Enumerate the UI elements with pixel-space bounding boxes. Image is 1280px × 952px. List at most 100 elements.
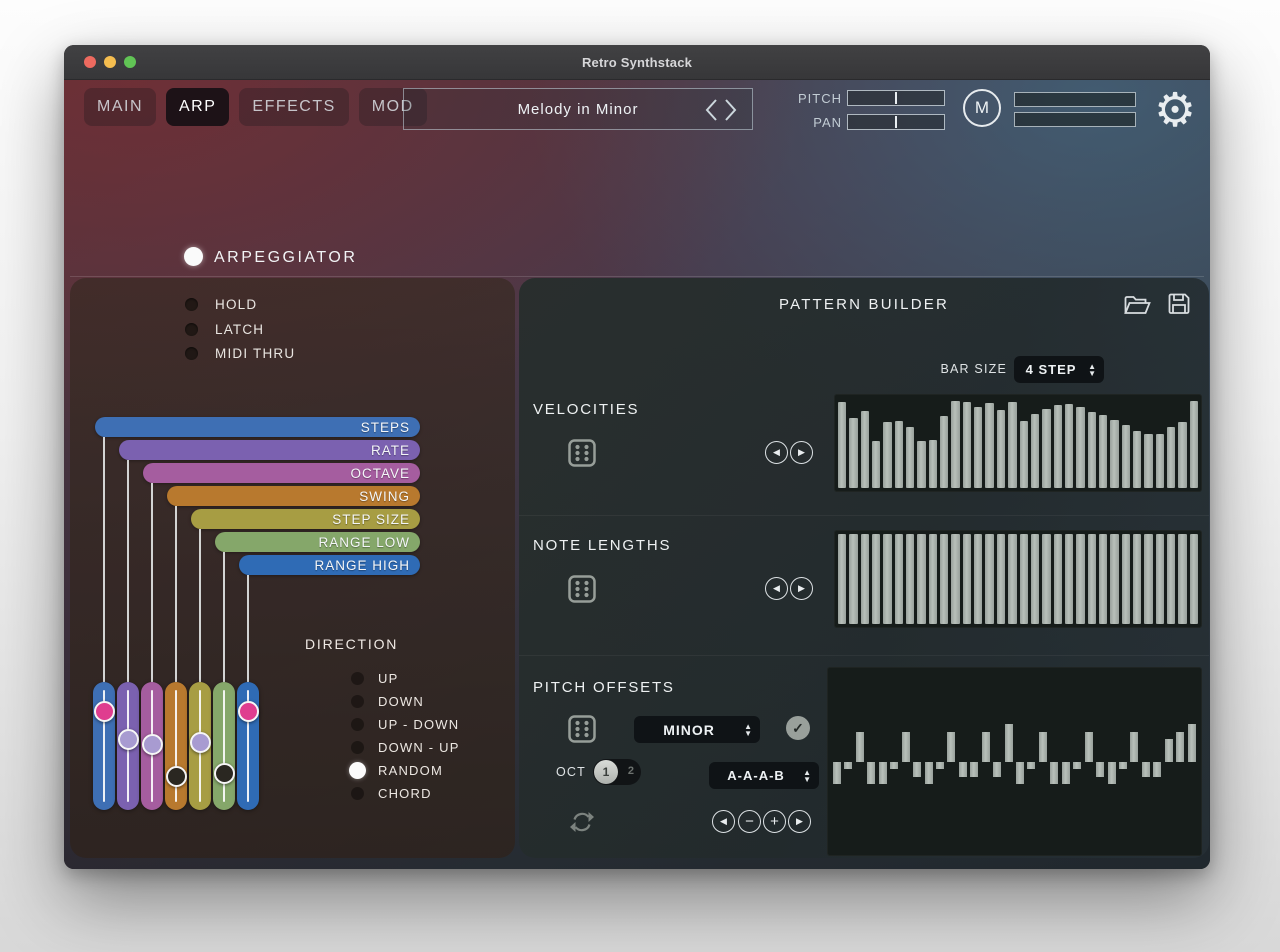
pitch-offset-bar[interactable] [867, 762, 875, 785]
note-length-bar[interactable] [1020, 534, 1028, 624]
velocity-bar[interactable] [940, 416, 948, 488]
velocity-bar[interactable] [1144, 434, 1152, 488]
pitch-offset-slot[interactable] [959, 667, 967, 856]
scale-stepper-icon[interactable]: ▲▼ [744, 723, 753, 737]
velocity-bar[interactable] [838, 402, 846, 488]
pitch-offset-bar[interactable] [1085, 732, 1093, 762]
direction-radio-up-down[interactable] [351, 718, 364, 731]
velocity-bar[interactable] [1110, 420, 1118, 488]
pitch-offset-bar[interactable] [844, 762, 852, 770]
slider-bar-octave[interactable]: OCTAVE [143, 463, 420, 483]
note-length-bar[interactable] [872, 534, 880, 624]
velocity-bar[interactable] [1065, 404, 1073, 488]
note-length-bar[interactable] [1054, 534, 1062, 624]
titlebar[interactable]: Retro Synthstack [64, 45, 1210, 80]
pitch-offset-bar[interactable] [890, 762, 898, 770]
note-length-bar[interactable] [929, 534, 937, 624]
velocity-bar[interactable] [1167, 427, 1175, 488]
save-pattern-disk-icon[interactable] [1168, 293, 1190, 315]
slider-bar-range-high[interactable]: RANGE HIGH [239, 555, 420, 575]
regenerate-refresh-icon[interactable] [570, 810, 594, 834]
direction-radio-down-up[interactable] [351, 741, 364, 754]
pitch-offset-bar[interactable] [936, 762, 944, 770]
pitch-offset-bar[interactable] [1027, 762, 1035, 770]
pitch-offset-slot[interactable] [993, 667, 1001, 856]
pattern-variation-dropdown[interactable]: A-A-A-B ▲▼ [709, 762, 819, 789]
velocity-bar[interactable] [872, 441, 880, 488]
note-lengths-chart[interactable] [834, 530, 1202, 628]
pitch-offset-bar[interactable] [902, 732, 910, 762]
pitch-offset-bar[interactable] [913, 762, 921, 777]
velocity-bar[interactable] [883, 422, 891, 488]
direction-radio-down[interactable] [351, 695, 364, 708]
velocity-bar[interactable] [963, 402, 971, 488]
velocity-bar[interactable] [1156, 434, 1164, 488]
pitch-slider-handle[interactable] [895, 92, 897, 104]
pitch-offset-bar[interactable] [1005, 724, 1013, 762]
pitch-shift-right-button[interactable]: ▶ [788, 810, 811, 833]
pitch-offset-slot[interactable] [1142, 667, 1150, 856]
note-length-bar[interactable] [861, 534, 869, 624]
note-length-bar[interactable] [1156, 534, 1164, 624]
pitch-offset-bar[interactable] [1176, 732, 1184, 762]
note-length-bar[interactable] [1144, 534, 1152, 624]
note-length-bar[interactable] [849, 534, 857, 624]
scale-apply-check-button[interactable]: ✓ [786, 716, 810, 740]
tab-main[interactable]: MAIN [84, 88, 156, 126]
note-length-bar[interactable] [1065, 534, 1073, 624]
note-length-bar[interactable] [985, 534, 993, 624]
mono-button[interactable]: M [963, 89, 1001, 127]
pitch-offset-slot[interactable] [1176, 667, 1184, 856]
pitch-offset-slot[interactable] [833, 667, 841, 856]
slider-bar-swing[interactable]: SWING [167, 486, 420, 506]
note-length-bar[interactable] [1190, 534, 1198, 624]
pitch-offset-slot[interactable] [970, 667, 978, 856]
note-length-bar[interactable] [838, 534, 846, 624]
pitch-offset-bar[interactable] [1096, 762, 1104, 777]
velocity-bar[interactable] [1190, 401, 1198, 488]
pitch-offsets-chart[interactable] [827, 667, 1202, 856]
pan-slider-handle[interactable] [895, 116, 897, 128]
note-length-bar[interactable] [1133, 534, 1141, 624]
direction-radio-chord[interactable] [351, 787, 364, 800]
pitch-offset-bar[interactable] [833, 762, 841, 785]
pitch-offset-slot[interactable] [867, 667, 875, 856]
velocity-bar[interactable] [1076, 407, 1084, 488]
scale-dropdown[interactable]: MINOR ▲▼ [634, 716, 760, 743]
velocity-bar[interactable] [1008, 402, 1016, 488]
pitch-offset-slot[interactable] [947, 667, 955, 856]
velocity-bar[interactable] [974, 407, 982, 488]
velocity-bar[interactable] [1031, 414, 1039, 488]
pitch-offset-bar[interactable] [959, 762, 967, 777]
pitch-offset-slot[interactable] [913, 667, 921, 856]
pitch-offset-bar[interactable] [982, 732, 990, 762]
preset-selector[interactable]: Melody in Minor [403, 88, 753, 130]
velocity-bar[interactable] [1042, 409, 1050, 488]
note-length-bar[interactable] [963, 534, 971, 624]
note-length-bar[interactable] [917, 534, 925, 624]
note-length-bar[interactable] [1122, 534, 1130, 624]
note-length-bar[interactable] [1099, 534, 1107, 624]
note-length-bar[interactable] [1167, 534, 1175, 624]
note-length-bar[interactable] [940, 534, 948, 624]
arpeggiator-power-led[interactable] [184, 247, 203, 266]
bar-size-stepper-icon[interactable]: ▲▼ [1088, 363, 1097, 377]
pitch-offset-bar[interactable] [947, 732, 955, 762]
pitch-offset-slot[interactable] [1153, 667, 1161, 856]
pitch-offset-slot[interactable] [1119, 667, 1127, 856]
velocity-bar[interactable] [929, 440, 937, 488]
velocity-bar[interactable] [906, 427, 914, 488]
note-length-bar[interactable] [1042, 534, 1050, 624]
velocities-chart[interactable] [834, 394, 1202, 492]
pitch-offset-slot[interactable] [925, 667, 933, 856]
pattern-variation-stepper-icon[interactable]: ▲▼ [803, 769, 812, 783]
bar-size-dropdown[interactable]: 4 STEP ▲▼ [1014, 356, 1104, 383]
load-pattern-folder-icon[interactable] [1124, 294, 1151, 316]
note-length-bar[interactable] [906, 534, 914, 624]
zoom-button[interactable] [124, 56, 136, 68]
pitch-offset-bar[interactable] [925, 762, 933, 785]
pitch-offset-bar[interactable] [1050, 762, 1058, 785]
pitch-offset-slot[interactable] [890, 667, 898, 856]
pitch-offset-bar[interactable] [970, 762, 978, 777]
pitch-offset-bar[interactable] [1062, 762, 1070, 785]
